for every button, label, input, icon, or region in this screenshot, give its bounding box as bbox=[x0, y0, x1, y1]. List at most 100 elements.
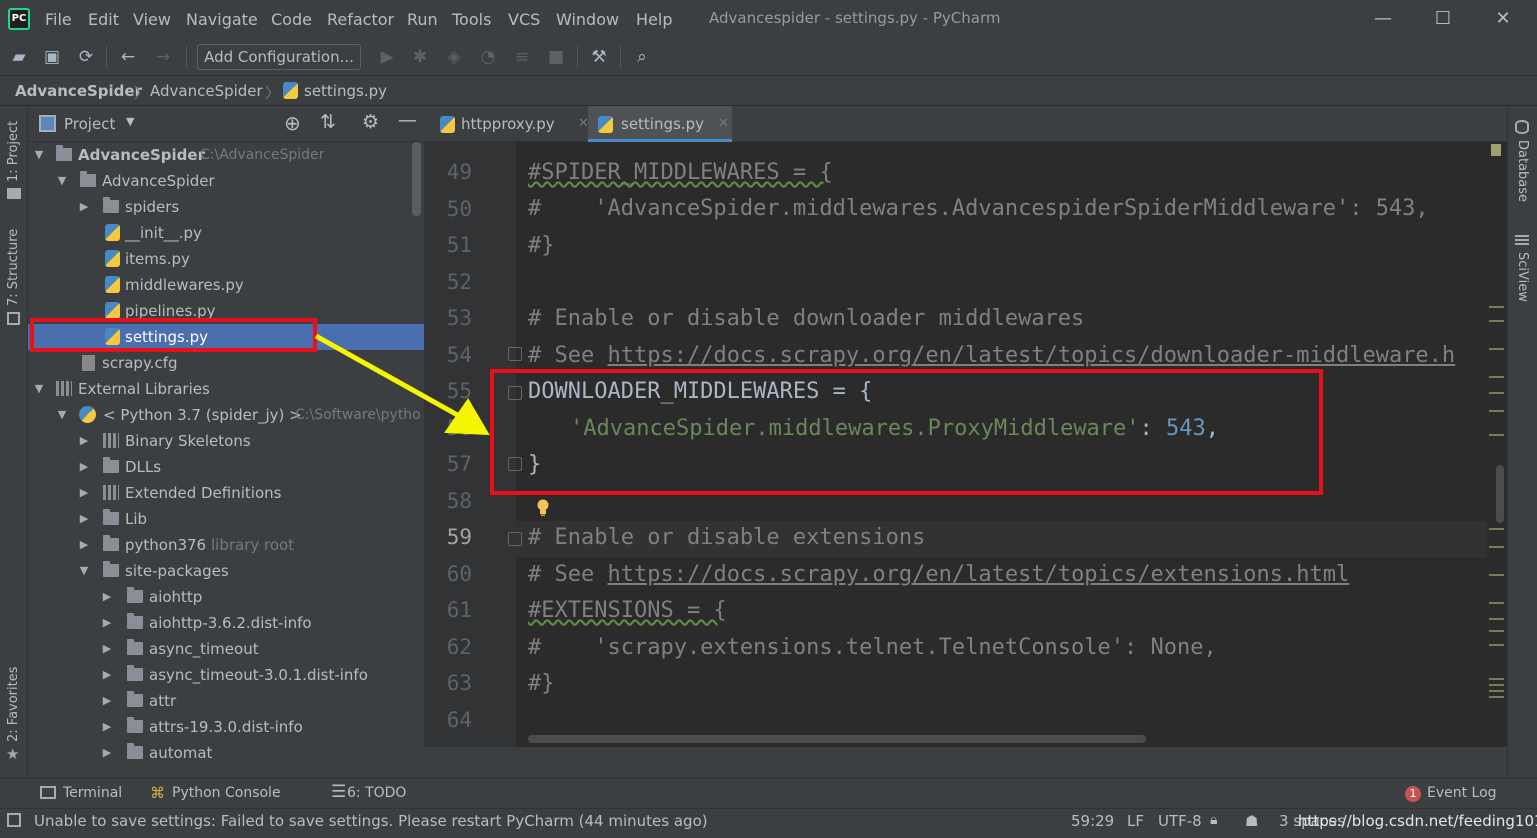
collapsed-arrow-icon[interactable]: ▶ bbox=[100, 610, 114, 636]
stripe-mark[interactable] bbox=[1489, 434, 1504, 436]
caret-position[interactable]: 59:29 bbox=[1071, 812, 1114, 830]
fold-marker-icon[interactable] bbox=[508, 347, 522, 361]
tree-item-extended-definitions[interactable]: ▶ Extended Definitions bbox=[28, 480, 424, 506]
expanded-arrow-icon[interactable]: ▼ bbox=[32, 376, 46, 402]
coverage-icon[interactable]: ◈ bbox=[443, 46, 465, 68]
expanded-arrow-icon[interactable]: ▼ bbox=[77, 558, 91, 584]
tool-window-toggle-icon[interactable] bbox=[7, 813, 21, 827]
tree-item-middlewares-py[interactable]: middlewares.py bbox=[28, 272, 424, 298]
python-console-tab[interactable]: Python Console bbox=[172, 785, 281, 801]
collapsed-arrow-icon[interactable]: ▶ bbox=[100, 584, 114, 610]
menu-run[interactable]: Run bbox=[407, 10, 438, 29]
close-button[interactable]: ✕ bbox=[1488, 6, 1518, 32]
tree-item-spiders[interactable]: ▶ spiders bbox=[28, 194, 424, 220]
stripe-mark[interactable] bbox=[1489, 630, 1504, 632]
search-icon[interactable]: ⌕ bbox=[631, 46, 653, 68]
tree-item-site-packages[interactable]: ▼ site-packages bbox=[28, 558, 424, 584]
expanded-arrow-icon[interactable]: ▼ bbox=[55, 168, 69, 194]
tree-item-attrs-dist-info[interactable]: ▶ attrs-19.3.0.dist-info bbox=[28, 714, 424, 740]
tree-item-async-timeout[interactable]: ▶ async_timeout bbox=[28, 636, 424, 662]
stripe-mark[interactable] bbox=[1489, 618, 1504, 620]
concurrency-icon[interactable]: ≡ bbox=[511, 46, 533, 68]
open-icon[interactable]: ▰ bbox=[8, 46, 30, 68]
breadcrumb-project[interactable]: AdvanceSpider bbox=[15, 82, 142, 100]
tree-item-python376[interactable]: ▶ python376 library root bbox=[28, 532, 424, 558]
collapsed-arrow-icon[interactable]: ▶ bbox=[100, 688, 114, 714]
collapsed-arrow-icon[interactable]: ▶ bbox=[77, 506, 91, 532]
tab-sciview[interactable]: SciView bbox=[1515, 252, 1530, 302]
tree-item-aiohttp-dist-info[interactable]: ▶ aiohttp-3.6.2.dist-info bbox=[28, 610, 424, 636]
breadcrumb-file[interactable]: settings.py bbox=[304, 82, 387, 100]
menu-refactor[interactable]: Refactor bbox=[327, 10, 394, 29]
stripe-mark[interactable] bbox=[1489, 306, 1504, 308]
stop-icon[interactable]: ■ bbox=[545, 46, 567, 68]
stripe-mark[interactable] bbox=[1489, 320, 1504, 322]
hide-panel-icon[interactable]: — bbox=[398, 109, 417, 131]
stripe-mark[interactable] bbox=[1489, 348, 1504, 350]
stripe-mark[interactable] bbox=[1489, 546, 1504, 548]
forward-icon[interactable]: → bbox=[152, 46, 174, 68]
tab-httpproxy[interactable]: httpproxy.py ✕ bbox=[434, 106, 589, 142]
lightbulb-icon[interactable] bbox=[536, 499, 550, 517]
tree-item-lib[interactable]: ▶ Lib bbox=[28, 506, 424, 532]
gear-icon[interactable]: ⚙ bbox=[362, 111, 379, 133]
tree-scrollbar[interactable] bbox=[412, 142, 421, 216]
menu-vcs[interactable]: VCS bbox=[508, 10, 540, 29]
stripe-mark[interactable] bbox=[1489, 690, 1504, 692]
doc-link[interactable]: https://docs.scrapy.org/en/latest/topics… bbox=[607, 562, 1349, 587]
collapsed-arrow-icon[interactable]: ▶ bbox=[77, 428, 91, 454]
collapsed-arrow-icon[interactable]: ▶ bbox=[77, 194, 91, 220]
collapsed-arrow-icon[interactable]: ▶ bbox=[77, 454, 91, 480]
tab-favorites[interactable]: 2: Favorites bbox=[6, 666, 21, 742]
breadcrumb-package[interactable]: AdvanceSpider bbox=[150, 82, 263, 100]
tree-item-init-py[interactable]: __init__.py bbox=[28, 220, 424, 246]
save-icon[interactable]: ▣ bbox=[41, 46, 63, 68]
stripe-mark[interactable] bbox=[1489, 684, 1504, 686]
close-tab-icon[interactable]: ✕ bbox=[718, 106, 729, 142]
locate-icon[interactable]: ⊕ bbox=[284, 111, 301, 135]
tree-item-aiohttp[interactable]: ▶ aiohttp bbox=[28, 584, 424, 610]
stripe-mark[interactable] bbox=[1489, 602, 1504, 604]
project-panel-title[interactable]: Project bbox=[64, 115, 115, 133]
collapsed-arrow-icon[interactable]: ▶ bbox=[100, 662, 114, 688]
menu-window[interactable]: Window bbox=[556, 10, 619, 29]
tree-item-items-py[interactable]: items.py bbox=[28, 246, 424, 272]
tab-structure[interactable]: 7: Structure bbox=[6, 229, 21, 306]
line-separator[interactable]: LF bbox=[1127, 812, 1144, 830]
collapsed-arrow-icon[interactable]: ▶ bbox=[100, 636, 114, 662]
editor-vertical-scrollbar[interactable] bbox=[1496, 465, 1504, 523]
stripe-mark[interactable] bbox=[1489, 528, 1504, 530]
collapsed-arrow-icon[interactable]: ▶ bbox=[100, 714, 114, 740]
wrench-icon[interactable]: ⚒ bbox=[588, 46, 610, 68]
todo-tab[interactable]: 6: TODO bbox=[347, 785, 406, 801]
stripe-mark[interactable] bbox=[1489, 392, 1504, 394]
stripe-mark[interactable] bbox=[1489, 678, 1504, 680]
stripe-mark[interactable] bbox=[1489, 696, 1504, 698]
menu-help[interactable]: Help bbox=[636, 10, 672, 29]
tree-item-dlls[interactable]: ▶ DLLs bbox=[28, 454, 424, 480]
tree-item-package[interactable]: ▼ AdvanceSpider bbox=[28, 168, 424, 194]
inspector-icon[interactable]: ☗ bbox=[1245, 812, 1258, 830]
sync-icon[interactable]: ⟳ bbox=[75, 46, 97, 68]
tree-item-async-timeout-dist-info[interactable]: ▶ async_timeout-3.0.1.dist-info bbox=[28, 662, 424, 688]
menu-file[interactable]: File bbox=[45, 10, 72, 29]
profile-icon[interactable]: ◔ bbox=[477, 46, 499, 68]
tree-item-attr[interactable]: ▶ attr bbox=[28, 688, 424, 714]
tree-item-automat[interactable]: ▶ automat bbox=[28, 740, 424, 766]
minimize-button[interactable]: — bbox=[1368, 6, 1398, 32]
collapsed-arrow-icon[interactable]: ▶ bbox=[77, 480, 91, 506]
stripe-mark[interactable] bbox=[1489, 644, 1504, 646]
menu-tools[interactable]: Tools bbox=[452, 10, 491, 29]
collapsed-arrow-icon[interactable]: ▶ bbox=[100, 740, 114, 766]
tree-item-project-root[interactable]: ▼ AdvanceSpider C:\AdvanceSpider bbox=[28, 142, 424, 168]
status-message[interactable]: Unable to save settings: Failed to save … bbox=[34, 812, 708, 830]
tab-settings[interactable]: settings.py ✕ bbox=[588, 106, 732, 142]
collapsed-arrow-icon[interactable]: ▶ bbox=[77, 532, 91, 558]
doc-link[interactable]: https://docs.scrapy.org/en/latest/topics… bbox=[607, 343, 1455, 368]
menu-view[interactable]: View bbox=[133, 10, 171, 29]
menu-edit[interactable]: Edit bbox=[88, 10, 119, 29]
stripe-mark[interactable] bbox=[1489, 574, 1504, 576]
maximize-button[interactable]: ☐ bbox=[1428, 6, 1458, 32]
event-log-tab[interactable]: Event Log bbox=[1427, 785, 1497, 801]
expanded-arrow-icon[interactable]: ▼ bbox=[55, 402, 69, 428]
